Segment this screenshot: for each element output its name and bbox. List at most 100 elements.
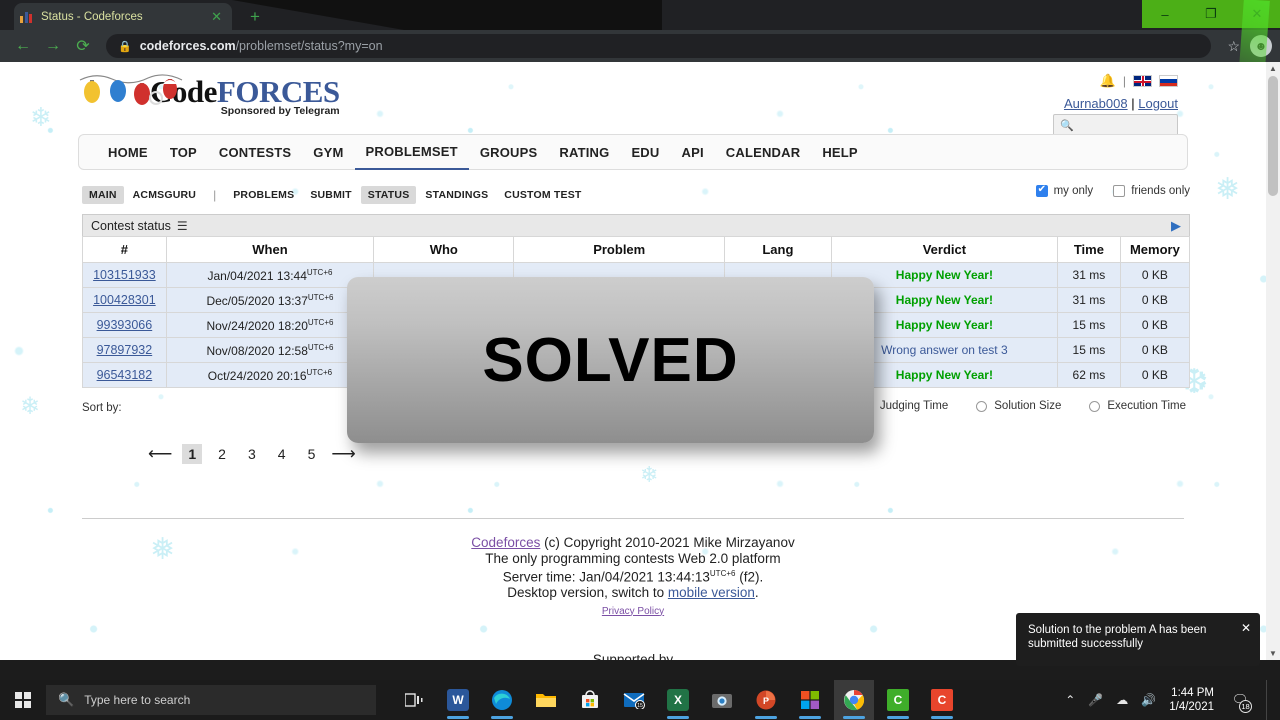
subnav-item-problems[interactable]: PROBLEMS	[226, 186, 301, 204]
pagination-next-icon[interactable]: ⟶	[331, 444, 355, 464]
page-scrollbar[interactable]: ▲ ▼	[1266, 62, 1280, 660]
submission-id-link[interactable]: 97897932	[97, 343, 153, 357]
caret-right-icon[interactable]: ▶	[1171, 218, 1181, 234]
column-id[interactable]: #	[82, 236, 167, 263]
page-1-button[interactable]: 1	[182, 444, 203, 464]
close-button[interactable]: ✕	[1234, 0, 1280, 28]
bookmark-star-icon[interactable]: ☆	[1219, 38, 1248, 55]
submission-id-link[interactable]: 99393066	[97, 318, 153, 332]
column-when[interactable]: When	[165, 236, 375, 263]
taskbar-search-input[interactable]: 🔍 Type here to search	[46, 685, 376, 715]
tab-close-icon[interactable]: ✕	[207, 9, 226, 25]
submission-id-cell[interactable]: 99393066	[82, 312, 167, 338]
taskbar-file-explorer-icon[interactable]	[526, 680, 566, 720]
nav-item-top[interactable]: TOP	[159, 136, 208, 169]
nav-item-help[interactable]: HELP	[811, 136, 868, 169]
onedrive-icon[interactable]: ☁	[1116, 693, 1128, 707]
page-4-button[interactable]: 4	[272, 444, 292, 464]
submission-id-link[interactable]: 96543182	[97, 368, 153, 382]
column-problem[interactable]: Problem	[513, 236, 725, 263]
back-icon[interactable]: ←	[8, 32, 38, 60]
flag-uk-icon[interactable]	[1133, 75, 1152, 87]
nav-item-edu[interactable]: EDU	[620, 136, 670, 169]
column-who[interactable]: Who	[373, 236, 515, 263]
profile-avatar[interactable]: ☻	[1250, 35, 1272, 57]
subnav-item-submit[interactable]: SUBMIT	[303, 186, 358, 204]
subnav-item-status[interactable]: STATUS	[360, 186, 417, 204]
bell-icon[interactable]: 🔔	[1100, 73, 1116, 89]
show-desktop-button[interactable]	[1266, 680, 1272, 720]
footer-codeforces-link[interactable]: Codeforces	[471, 535, 540, 550]
subnav-item-custom-test[interactable]: CUSTOM TEST	[497, 186, 588, 204]
submission-id-link[interactable]: 100428301	[93, 293, 156, 307]
minimize-button[interactable]: –	[1142, 0, 1188, 28]
taskbar-chrome-icon[interactable]	[834, 680, 874, 720]
toast-close-icon[interactable]: ✕	[1241, 621, 1251, 635]
submission-id-link[interactable]: 103151933	[93, 268, 156, 282]
taskbar-edge-icon[interactable]	[482, 680, 522, 720]
taskbar-word-icon[interactable]: W	[438, 680, 478, 720]
new-tab-icon[interactable]: +	[244, 6, 266, 28]
nav-item-calendar[interactable]: CALENDAR	[715, 136, 812, 169]
username-link[interactable]: Aurnab008	[1064, 96, 1128, 111]
nav-item-home[interactable]: HOME	[97, 136, 159, 169]
submission-id-cell[interactable]: 103151933	[82, 262, 167, 288]
volume-icon[interactable]: 🔊	[1141, 693, 1156, 707]
microphone-icon[interactable]: 🎤	[1088, 693, 1103, 707]
list-icon[interactable]: ☰	[177, 219, 188, 233]
subnav-item-main[interactable]: MAIN	[82, 186, 124, 204]
start-button[interactable]	[0, 680, 46, 720]
submission-id-cell[interactable]: 97897932	[82, 337, 167, 363]
page-2-button[interactable]: 2	[212, 444, 232, 464]
reload-icon[interactable]: ⟳	[68, 32, 98, 60]
nav-item-problemset[interactable]: PROBLEMSET	[354, 135, 469, 170]
clock-date: 1/4/2021	[1169, 701, 1214, 713]
sort-option-execution-time[interactable]: Execution Time	[1089, 400, 1186, 412]
column-verdict[interactable]: Verdict	[830, 236, 1058, 263]
column-memory[interactable]: Memory	[1119, 236, 1191, 263]
forward-icon[interactable]: →	[38, 32, 68, 60]
taskbar-powerpoint-icon[interactable]: P	[746, 680, 786, 720]
mobile-version-link[interactable]: mobile version	[668, 585, 755, 600]
taskbar-excel-icon[interactable]: X	[658, 680, 698, 720]
search-input[interactable]: 🔍	[1053, 114, 1178, 136]
privacy-policy-link[interactable]: Privacy Policy	[602, 606, 664, 617]
logout-link[interactable]: Logout	[1138, 96, 1178, 111]
nav-item-api[interactable]: API	[671, 136, 715, 169]
task-view-icon[interactable]	[394, 680, 434, 720]
codeforces-logo[interactable]: CodeFORCES Sponsored by Telegram	[79, 74, 340, 117]
page-5-button[interactable]: 5	[302, 444, 322, 464]
taskbar-microsoft-office-icon[interactable]	[790, 680, 830, 720]
taskbar-app-red-c-icon[interactable]: C	[922, 680, 962, 720]
sort-option-judging-time[interactable]: Judging Time	[880, 400, 948, 412]
pagination-prev-icon[interactable]: ⟵	[148, 444, 172, 464]
taskbar-camera-icon[interactable]	[702, 680, 742, 720]
nav-item-rating[interactable]: RATING	[548, 136, 620, 169]
nav-item-gym[interactable]: GYM	[302, 136, 354, 169]
flag-russia-icon[interactable]	[1159, 75, 1178, 87]
subnav-item-standings[interactable]: STANDINGS	[418, 186, 495, 204]
sort-option-solution-size[interactable]: Solution Size	[976, 400, 1061, 412]
submission-id-cell[interactable]: 96543182	[82, 362, 167, 388]
taskbar-app-green-c-icon[interactable]: C	[878, 680, 918, 720]
page-3-button[interactable]: 3	[242, 444, 262, 464]
browser-tab[interactable]: Status - Codeforces ✕	[14, 3, 232, 30]
column-time[interactable]: Time	[1056, 236, 1121, 263]
maximize-button[interactable]: ❐	[1188, 0, 1234, 28]
nav-item-groups[interactable]: GROUPS	[469, 136, 549, 169]
chevron-up-icon[interactable]: ⌃	[1065, 693, 1075, 707]
nav-item-contests[interactable]: CONTESTS	[208, 136, 302, 169]
submission-id-cell[interactable]: 100428301	[82, 287, 167, 313]
scroll-up-icon[interactable]: ▲	[1269, 64, 1277, 73]
subnav-item-acmsguru[interactable]: ACMSGURU	[126, 186, 203, 204]
taskbar-clock[interactable]: 1:44 PM 1/4/2021	[1169, 686, 1214, 714]
taskbar-mail-icon[interactable]: 15	[614, 680, 654, 720]
notification-center-button[interactable]: 🗨 18	[1227, 680, 1253, 720]
address-bar[interactable]: 🔒 codeforces.com/problemset/status?my=on	[106, 34, 1212, 58]
taskbar-microsoft-store-icon[interactable]	[570, 680, 610, 720]
friends-only-checkbox[interactable]: friends only	[1113, 185, 1190, 197]
scroll-down-icon[interactable]: ▼	[1269, 649, 1277, 658]
scrollbar-thumb[interactable]	[1268, 76, 1278, 196]
my-only-checkbox[interactable]: my only	[1035, 184, 1093, 197]
column-lang[interactable]: Lang	[723, 236, 832, 263]
